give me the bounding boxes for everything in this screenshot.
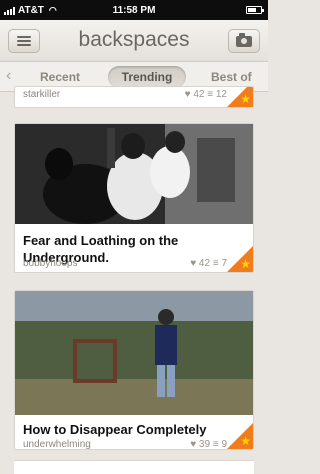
heart-icon[interactable]: ♥ [190, 258, 196, 269]
comment-icon[interactable]: ≡ [207, 89, 213, 100]
status-time: 11:58 PM [112, 5, 156, 16]
post-photo[interactable] [15, 124, 253, 224]
camera-button[interactable] [228, 29, 260, 53]
comment-icon[interactable]: ≡ [213, 439, 219, 449]
post-photo[interactable] [15, 291, 253, 415]
post-card[interactable]: starkiller ♥ 42 ≡ 12 ★ [14, 86, 254, 108]
post-stats: ♥ 42 ≡ 7 [190, 258, 227, 269]
tab-trending[interactable]: Trending [108, 66, 186, 88]
top-nav-bar: backspaces [0, 20, 268, 62]
star-icon[interactable]: ★ [240, 435, 251, 447]
status-bar: AT&T ◠ 11:58 PM [0, 0, 268, 20]
post-photo-art [15, 291, 253, 415]
post-stats: ♥ 39 ≡ 9 [190, 439, 227, 450]
likes-count: 42 [198, 258, 211, 269]
post-author[interactable]: underwhelming [23, 439, 91, 449]
post-card[interactable]: Fear and Loathing on the Underground. bo… [14, 123, 254, 273]
post-card[interactable]: How to Disappear Completely underwhelmin… [14, 290, 254, 450]
camera-icon [236, 32, 252, 47]
post-author[interactable]: starkiller [23, 89, 60, 100]
tab-recent[interactable]: Recent [40, 70, 80, 84]
heart-icon[interactable]: ♥ [185, 89, 191, 100]
likes-count: 42 [193, 89, 205, 100]
star-icon[interactable]: ★ [240, 258, 251, 270]
post-title[interactable]: How to Disappear Completely [23, 421, 206, 438]
likes-count: 39 [198, 439, 211, 450]
star-icon[interactable]: ★ [240, 93, 251, 105]
next-card-edge [14, 460, 254, 474]
comments-count: 12 [215, 89, 227, 100]
post-photo-art [15, 124, 253, 224]
battery-icon [246, 6, 264, 14]
heart-icon[interactable]: ♥ [190, 439, 196, 449]
post-author[interactable]: bobbyhoops [23, 258, 78, 269]
comment-icon[interactable]: ≡ [213, 258, 219, 269]
tab-best-of[interactable]: Best of [211, 70, 252, 84]
chevron-left-icon[interactable]: ‹ [6, 68, 11, 84]
post-stats: ♥ 42 ≡ 12 [185, 89, 227, 100]
